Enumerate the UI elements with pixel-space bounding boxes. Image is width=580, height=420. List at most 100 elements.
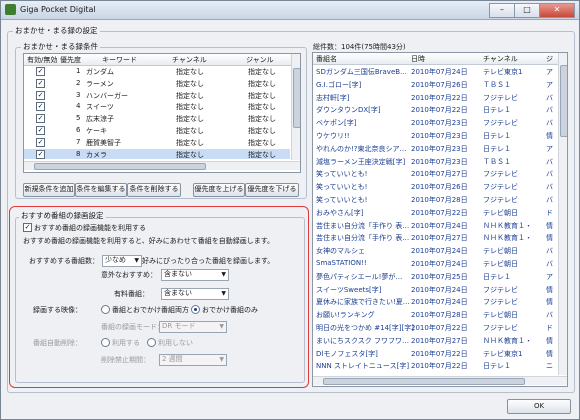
results-vscroll[interactable] — [558, 53, 567, 375]
col-res-genre[interactable]: ジ — [546, 54, 553, 64]
result-row[interactable]: やれんのか!?東北奈良シア… 2010年07月23日 日テレ１ ア — [313, 143, 557, 153]
result-row[interactable]: ダウンタウンDX[字] 2010年07月22日 日テレ１ バ — [313, 104, 557, 114]
video-both-radio[interactable] — [101, 305, 110, 314]
condition-enabled-checkbox[interactable]: ✓ — [36, 67, 45, 76]
autodel-off-label[interactable]: 利用しない — [158, 338, 193, 348]
condition-genre: 指定なし — [248, 150, 276, 159]
condition-row[interactable]: ✓ 7 鹿賀美智子 指定なし 指定なし — [24, 137, 290, 147]
results-list[interactable]: 番組名 日時 チャンネル ジ SDガンダム三国伝BraveB… 2010年07月2… — [312, 52, 568, 387]
maximize-button[interactable]: □ — [514, 3, 540, 18]
result-row[interactable]: 笑っていいとも! 2010年07月28日 フジテレビ バ — [313, 194, 557, 204]
result-row[interactable]: 笑っていいとも! 2010年07月27日 フジテレビ バ — [313, 168, 557, 178]
col-priority[interactable]: 優先度 — [60, 55, 81, 65]
video-both-label[interactable]: 番組とおでかけ番組両方 — [112, 305, 189, 315]
condition-enabled-checkbox[interactable]: ✓ — [36, 149, 45, 159]
conditions-hscroll[interactable] — [24, 161, 300, 170]
autodel-on-radio[interactable] — [101, 338, 110, 347]
paid-select[interactable]: 含まない ▼ — [161, 288, 229, 300]
video-label: 録画する映像： — [33, 306, 82, 314]
condition-enabled-checkbox[interactable]: ✓ — [36, 114, 45, 124]
result-row[interactable]: SmaSTATION!! 2010年07月24日 テレビ朝日 バ — [313, 258, 557, 268]
condition-enabled-checkbox[interactable]: ✓ — [36, 126, 45, 135]
conditions-vscroll-thumb[interactable] — [293, 68, 300, 128]
result-row[interactable]: 芸住まい自分流「手作り 表… 2010年07月24日 ＮＨＫ教育１・ 情 — [313, 220, 557, 230]
condition-row[interactable]: ✓ 6 ケーキ 指定なし 指定なし — [24, 125, 290, 135]
protect-select[interactable]: 2 週間 ▼ — [159, 354, 227, 366]
condition-priority: 4 — [76, 102, 81, 111]
condition-row[interactable]: ✓ 4 スイーツ 指定なし 指定なし — [24, 101, 290, 112]
col-program[interactable]: 番組名 — [316, 54, 337, 64]
edit-condition-button[interactable]: 条件を編集する — [75, 183, 127, 197]
result-g: 情 — [546, 234, 553, 243]
video-outing-radio[interactable] — [191, 305, 200, 314]
result-row[interactable]: NNN ストレイトニュース[字] 2010年07月22日 日テレ１ ニ — [313, 360, 557, 370]
result-row[interactable]: 明日の光をつかめ #14[字][字] 2010年07月22日 フジテレビ ド — [313, 322, 557, 332]
unexpected-select[interactable]: 含まない ▼ — [161, 269, 229, 281]
result-date: 2010年07月22日 — [411, 349, 468, 358]
condition-row[interactable]: ✓ 1 ガンダム 指定なし 指定なし — [24, 66, 290, 76]
result-row[interactable]: 志村軒[字] 2010年07月22日 フジテレビ バ — [313, 92, 557, 102]
condition-channel: 指定なし — [176, 115, 204, 124]
delete-condition-button[interactable]: 条件を削除する — [127, 183, 181, 197]
result-row[interactable]: G.I.ゴロー[字] 2010年07月26日 ＴＢＳ１ ア — [313, 79, 557, 89]
conditions-vscroll[interactable] — [291, 54, 300, 160]
result-date: 2010年07月22日 — [411, 324, 468, 332]
minimize-button[interactable]: – — [489, 3, 515, 18]
result-row[interactable]: SDガンダム三国伝BraveB… 2010年07月24日 テレビ東京1 ア — [313, 66, 557, 76]
conditions-list[interactable]: 有効/無効 優先度 キーワード チャンネル ジャンル ✓ 1 ガンダム 指定なし 指定な… — [23, 53, 301, 173]
result-row[interactable]: ベケポン[字] 2010年07月23日 フジテレビ バ — [313, 117, 557, 127]
mode-label: 番組の録画モード： — [101, 323, 164, 331]
condition-keyword: 鹿賀美智子 — [86, 138, 121, 147]
col-res-channel[interactable]: チャンネル — [483, 54, 518, 64]
col-enabled[interactable]: 有効/無効 — [27, 55, 57, 65]
condition-row[interactable]: ✓ 2 ラーメン 指定なし 指定なし — [24, 78, 290, 88]
result-row[interactable]: 夏休みに家族で行きたい!夏… 2010年07月24日 フジテレビ 情 — [313, 296, 557, 306]
raise-priority-button[interactable]: 優先度を上げる — [193, 183, 245, 197]
condition-enabled-checkbox[interactable]: ✓ — [36, 102, 45, 112]
condition-channel: 指定なし — [176, 150, 204, 159]
result-row[interactable]: 減塩ラーメン王座決定戦[字] 2010年07月23日 ＴＢＳ１ バ — [313, 156, 557, 166]
col-keyword[interactable]: キーワード — [102, 55, 137, 65]
result-row[interactable]: 笑っていいとも! 2010年07月26日 フジテレビ バ — [313, 181, 557, 191]
condition-channel: 指定なし — [176, 91, 204, 100]
add-condition-button[interactable]: 新規条件を追加 — [23, 183, 75, 197]
result-row[interactable]: 女神のマルシェ 2010年07月24日 テレビ朝日 バ — [313, 245, 557, 255]
result-row[interactable]: まいにちスクスク フワフワ… 2010年07月27日 ＮＨＫ教育１・ 情 — [313, 335, 557, 345]
result-g: バ — [546, 157, 553, 166]
conditions-hscroll-thumb[interactable] — [34, 163, 206, 170]
recommend-enable-label[interactable]: おすすめ番組の録画機能を利用する — [34, 223, 146, 233]
chevron-down-icon: ▼ — [219, 356, 224, 363]
results-vscroll-thumb[interactable] — [560, 65, 567, 137]
count-select-value: 少なめ — [105, 256, 126, 264]
col-genre[interactable]: ジャンル — [246, 55, 274, 65]
col-datetime[interactable]: 日時 — [411, 54, 425, 64]
video-outing-label[interactable]: おでかけ番組のみ — [202, 305, 258, 315]
col-channel[interactable]: チャンネル — [172, 55, 207, 65]
result-row[interactable]: 芸住まい自分流「手作り 表… 2010年07月27日 ＮＨＫ教育１・ 情 — [313, 232, 557, 242]
condition-row[interactable]: ✓ 5 広末涼子 指定なし 指定なし — [24, 113, 290, 124]
close-button[interactable]: ✕ — [539, 3, 575, 18]
recommend-group-title: おすすめ番組の録画設定 — [19, 210, 106, 221]
result-row[interactable]: スイーツSweets[字] 2010年07月24日 フジテレビ 情 — [313, 284, 557, 294]
lower-priority-button[interactable]: 優先度を下げる — [245, 183, 299, 197]
condition-enabled-checkbox[interactable]: ✓ — [36, 137, 45, 147]
condition-row[interactable]: ✓ 8 カメラ 指定なし 指定なし — [24, 148, 290, 159]
ok-button[interactable]: OK — [507, 399, 571, 414]
result-date: 2010年07月24日 — [411, 260, 468, 268]
results-hscroll[interactable] — [313, 376, 567, 385]
count-select[interactable]: 少なめ ▼ — [102, 255, 142, 267]
result-row[interactable]: Dlモノフェスタ[字] 2010年07月22日 テレビ東京1 情 — [313, 348, 557, 358]
autodel-on-label[interactable]: 利用する — [112, 338, 140, 348]
result-date: 2010年07月27日 — [411, 170, 468, 179]
results-hscroll-thumb[interactable] — [323, 378, 525, 385]
condition-row[interactable]: ✓ 3 ハンバーガー 指定なし 指定なし — [24, 90, 290, 100]
result-row[interactable]: お願い!ランキング 2010年07月28日 テレビ朝日 バ — [313, 309, 557, 319]
result-row[interactable]: おみやさん[字] 2010年07月22日 テレビ朝日 ド — [313, 207, 557, 217]
condition-enabled-checkbox[interactable]: ✓ — [36, 90, 45, 100]
autodel-off-radio[interactable] — [147, 338, 156, 347]
result-row[interactable]: ウケウリ!! 2010年07月23日 日テレ１ 情 — [313, 130, 557, 140]
result-row[interactable]: 夢色パティシエール!夢が… 2010年07月25日 日テレ１ ア — [313, 271, 557, 281]
condition-enabled-checkbox[interactable]: ✓ — [36, 78, 45, 88]
mode-select[interactable]: DR モード ▼ — [159, 321, 227, 333]
recommend-enable-checkbox[interactable]: ✓ — [23, 223, 32, 232]
